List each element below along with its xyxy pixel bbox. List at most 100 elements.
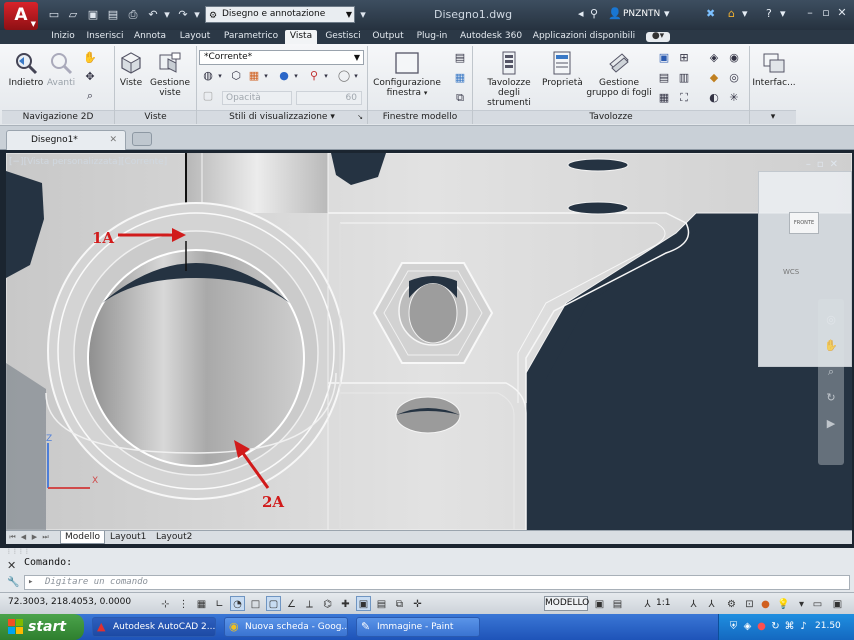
pan-icon[interactable]: ✋ <box>82 50 98 66</box>
join-viewports-icon[interactable]: ▦ <box>452 70 468 86</box>
properties-button[interactable]: Proprietà <box>542 50 583 88</box>
restore-viewport-icon[interactable]: ⧉ <box>452 90 468 106</box>
user-icon[interactable]: 👤 <box>608 7 622 21</box>
transparency-icon[interactable]: ▣ <box>356 596 371 611</box>
chevron-down-icon[interactable]: ▾ <box>318 68 334 84</box>
wcs-menu[interactable]: WCS <box>783 268 799 276</box>
tool-palettes-button[interactable]: Tavolozze degli strumenti <box>476 50 542 108</box>
design-center-icon[interactable]: ⊞ <box>676 50 692 66</box>
taskbar-item-paint[interactable]: ✎ Immagine - Paint <box>356 617 480 637</box>
annotation-scale-value[interactable]: 1:1 <box>656 598 670 608</box>
tab-gestisci[interactable]: Gestisci <box>321 30 365 44</box>
taskbar-item-autocad[interactable]: ▲ Autodesk AutoCAD 2... <box>92 617 216 637</box>
ribbon-minimize-toggle[interactable]: ●▾ <box>646 32 670 42</box>
edge-style-icon[interactable]: ⬡ <box>228 68 244 84</box>
tab-inserisci[interactable]: Inserisci <box>84 30 126 44</box>
palette-blue-icon[interactable]: ▣ <box>656 50 672 66</box>
zoom-extents-icon[interactable]: ⌕ <box>82 88 98 104</box>
external-refs-icon[interactable]: ▥ <box>676 70 692 86</box>
grid-display-icon[interactable]: ▦ <box>194 596 209 611</box>
tab-autodesk-360[interactable]: Autodesk 360 <box>457 30 525 44</box>
render-icon[interactable]: ◆ <box>706 70 722 86</box>
workspace-select[interactable]: ⚙ Disegno e annotazione ▼ <box>205 6 355 23</box>
exchange-icon[interactable]: ✖ <box>706 7 715 21</box>
first-layout-icon[interactable]: ⏮ <box>8 532 17 542</box>
chevron-down-icon[interactable]: ▾ <box>348 68 364 84</box>
quickcalc-icon[interactable]: ▦ <box>656 90 672 106</box>
tab-output[interactable]: Output <box>369 30 407 44</box>
quick-properties-icon[interactable]: ▤ <box>374 596 389 611</box>
orbit-icon[interactable]: ✥ <box>82 69 98 85</box>
tab-plug-in[interactable]: Plug-in <box>411 30 453 44</box>
model-space-button[interactable]: MODELLO <box>544 596 589 611</box>
annotation-scale-icon[interactable]: ⅄ <box>640 596 655 611</box>
user-name[interactable]: PNZNTN <box>623 9 660 19</box>
taskbar-item-chrome[interactable]: ◉ Nuova scheda - Goog... <box>224 617 348 637</box>
sun-icon[interactable]: ✳ <box>726 90 742 106</box>
shield-icon[interactable]: ⛨ <box>727 620 740 633</box>
info-center-arrow-icon[interactable]: ◂ <box>578 7 584 21</box>
tab-applicazioni-disponibili[interactable]: Applicazioni disponibili <box>529 30 639 44</box>
lock-icon[interactable]: ⊡ <box>742 596 757 611</box>
steering-wheel-icon[interactable]: ◎ <box>824 313 838 327</box>
app-dropdown-icon[interactable]: ▾ <box>742 7 748 21</box>
start-button[interactable]: start <box>0 614 84 640</box>
back-view-button[interactable]: Indietro <box>8 50 44 88</box>
layout-tab-layout2[interactable]: Layout2 <box>152 531 196 544</box>
views-button[interactable]: Viste <box>116 50 146 88</box>
pan-icon[interactable]: ✋ <box>824 339 838 353</box>
new-document-tab-button[interactable] <box>132 132 152 146</box>
close-icon[interactable]: ✕ <box>830 159 844 170</box>
print-icon[interactable]: ⎙ <box>126 8 140 22</box>
dbconnect-icon[interactable]: ◈ <box>706 50 722 66</box>
annotation-monitor-icon[interactable]: ✛ <box>410 596 425 611</box>
autodesk-app-icon[interactable]: ⌂ <box>728 7 735 21</box>
save-icon[interactable]: ▣ <box>86 8 100 22</box>
close-icon[interactable]: ✕ <box>834 5 850 21</box>
clock[interactable]: 21.50 <box>815 621 841 631</box>
tab-annota[interactable]: Annota <box>130 30 170 44</box>
panel-title-stili-di-visualizzazione[interactable]: Stili di visualizzazione ▾ ↘ <box>197 110 367 124</box>
layers-icon[interactable]: ▤ <box>656 70 672 86</box>
open-folder-icon[interactable]: ▱ <box>66 8 80 22</box>
dynamic-input-icon[interactable]: ⌬ <box>320 596 335 611</box>
tab-vista[interactable]: Vista <box>285 30 317 44</box>
workspace-switching-icon[interactable]: ⚙ <box>724 596 739 611</box>
close-icon[interactable]: ✕ <box>109 131 117 149</box>
zoom-icon[interactable]: ⌕ <box>824 365 838 379</box>
forward-view-button[interactable]: Avanti <box>44 50 78 88</box>
infer-constraints-icon[interactable]: ⊹ <box>158 596 173 611</box>
undo-dropdown-icon[interactable]: ▾ <box>160 8 174 22</box>
tab-parametrico[interactable]: Parametrico <box>220 30 282 44</box>
visual-styles-manager-icon[interactable]: ◐ <box>706 90 722 106</box>
sheet-set-manager-button[interactable]: Gestione gruppo di fogli <box>584 50 654 98</box>
clean-screen-icon[interactable]: ▭ <box>810 596 825 611</box>
volume-icon[interactable]: ♪ <box>797 620 810 633</box>
visual-style-select[interactable]: *Corrente* ▼ <box>199 50 364 65</box>
3d-object-snap-icon[interactable]: ▢ <box>266 596 281 611</box>
command-line-grip[interactable]: ⋮⋮⋮⋮ <box>6 548 30 555</box>
lights-icon[interactable]: ◎ <box>726 70 742 86</box>
object-snap-tracking-icon[interactable]: ∠ <box>284 596 299 611</box>
command-input[interactable]: ▸ Digitare un comando <box>24 575 850 590</box>
view-manager-button[interactable]: Gestione viste <box>148 50 192 98</box>
status-bar-menu-icon[interactable]: ▾ <box>794 596 809 611</box>
viewport-controls-label[interactable]: [−][Vista personalizzata][Corrente] <box>9 157 167 167</box>
antivirus-icon[interactable]: ◈ <box>741 620 754 633</box>
materials-icon[interactable]: ◉ <box>726 50 742 66</box>
close-icon[interactable]: ✕ <box>7 559 16 572</box>
named-viewports-icon[interactable]: ▤ <box>452 50 468 66</box>
minimize-icon[interactable]: – <box>806 159 817 170</box>
next-layout-icon[interactable]: ▶ <box>30 532 39 542</box>
layout-tab-modello[interactable]: Modello <box>60 531 106 544</box>
restore-icon[interactable]: ▫ <box>817 159 830 170</box>
dynamic-ucs-icon[interactable]: ⟂ <box>302 596 317 611</box>
quick-view-layouts-icon[interactable]: ▣ <box>592 596 607 611</box>
alert-icon[interactable]: ● <box>755 620 768 633</box>
coordinate-readout[interactable]: 72.3003, 218.4053, 0.0000 <box>8 597 131 607</box>
redo-dropdown-icon[interactable]: ▾ <box>190 8 204 22</box>
isolate-objects-icon[interactable]: 💡 <box>776 596 791 611</box>
opacity-value[interactable]: 60 <box>296 91 362 105</box>
binoculars-icon[interactable]: ⚲ <box>590 7 598 21</box>
object-snap-icon[interactable]: □ <box>248 596 263 611</box>
